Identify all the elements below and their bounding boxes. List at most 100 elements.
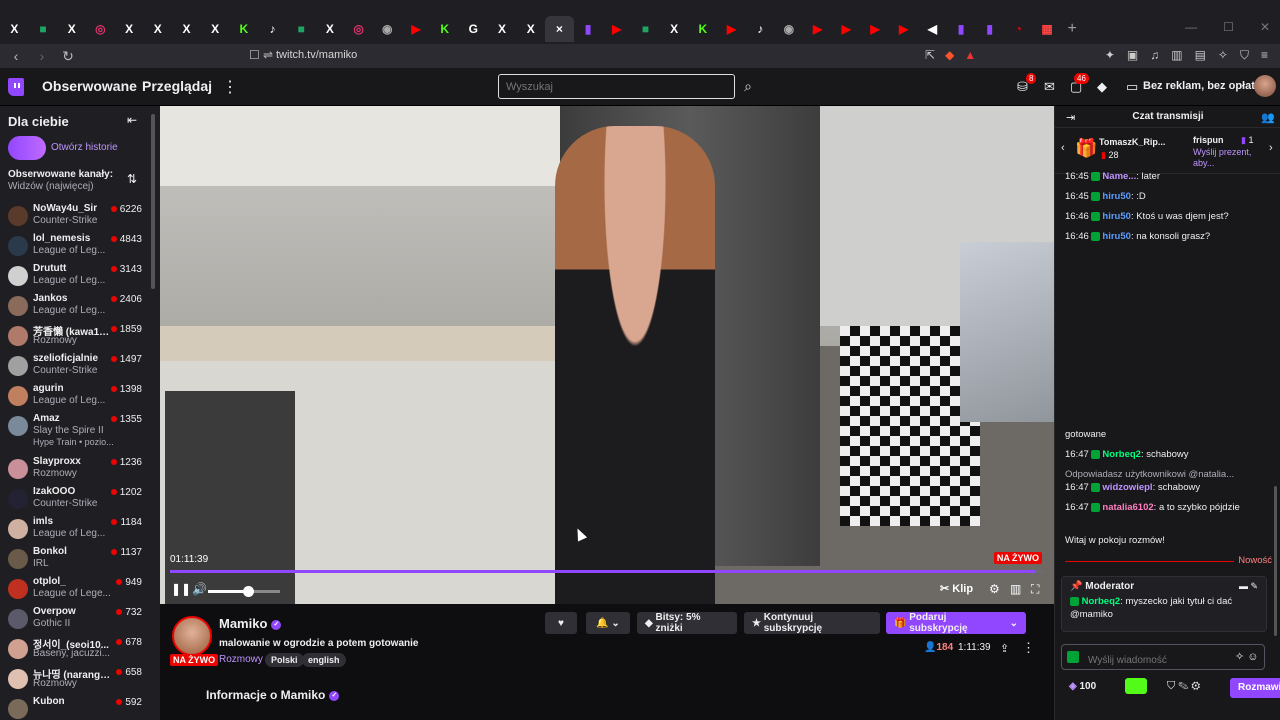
message-user[interactable]: hiru50 bbox=[1102, 191, 1131, 202]
seek-bar[interactable] bbox=[170, 570, 1044, 573]
followed-channel[interactable]: Amaz Slay the Spire II 1355 Hype Train • po… bbox=[0, 412, 150, 447]
top-gifter-name[interactable]: TomaszK_Rip... bbox=[1099, 137, 1165, 147]
followed-channel[interactable]: 뉴나띵 (narang_... Rozmowy 658 bbox=[0, 665, 150, 695]
browser-tab[interactable]: ◉ bbox=[373, 16, 402, 42]
browser-tab[interactable]: K bbox=[689, 16, 718, 42]
browser-tab[interactable]: G bbox=[459, 16, 488, 42]
message-user[interactable]: hiru50 bbox=[1102, 231, 1131, 242]
share-stream-icon[interactable]: ⇪ bbox=[1000, 642, 1009, 655]
clip-button[interactable]: ✂ Klip bbox=[940, 582, 973, 595]
twitch-logo-icon[interactable] bbox=[8, 78, 24, 96]
volume-slider[interactable] bbox=[208, 586, 280, 597]
followed-channel[interactable]: szelioficjalnie Counter-Strike 1497 bbox=[0, 352, 150, 382]
browser-tab[interactable]: X bbox=[516, 16, 545, 42]
forward-icon[interactable]: › bbox=[32, 48, 52, 64]
followed-channel[interactable]: Kubon 592 bbox=[0, 695, 150, 720]
user-avatar[interactable] bbox=[1254, 75, 1276, 97]
followed-channel[interactable]: agurin League of Leg... 1398 bbox=[0, 382, 150, 412]
prime-icon[interactable]: ▭ bbox=[1126, 79, 1138, 95]
search-icon[interactable]: ⌕ bbox=[737, 74, 759, 99]
message-user[interactable]: widzowiepl bbox=[1102, 482, 1152, 493]
browser-tab[interactable]: ▦ bbox=[1033, 16, 1062, 42]
follow-heart-button[interactable]: ♥ bbox=[545, 612, 577, 634]
bits-icon[interactable]: ◆ bbox=[1097, 79, 1107, 95]
emote-picker-icon[interactable]: ✧ ☺ bbox=[1235, 650, 1259, 663]
followed-channel[interactable]: IzakOOO Counter-Strike 1202 bbox=[0, 485, 150, 515]
continue-sub-button[interactable]: ★ Kontynuuj subskrypcję bbox=[744, 612, 880, 634]
send-gift-prompt[interactable]: Wyślij prezent, aby... bbox=[1193, 147, 1265, 169]
browser-tab[interactable]: X bbox=[660, 16, 689, 42]
second-gifter-name[interactable]: frispun bbox=[1193, 135, 1224, 145]
open-stories-link[interactable]: Otwórz historie bbox=[51, 142, 118, 153]
chat-scrollbar[interactable] bbox=[1274, 486, 1277, 636]
collapse-sidebar-icon[interactable]: ⇤ bbox=[127, 113, 137, 127]
fullscreen-icon[interactable]: ⛶ bbox=[1031, 582, 1039, 597]
reload-icon[interactable]: ↻ bbox=[58, 48, 78, 65]
browser-tab[interactable]: X bbox=[172, 16, 201, 42]
vpn-icon[interactable]: ⛉ bbox=[1240, 48, 1249, 63]
volume-knob[interactable] bbox=[242, 586, 254, 597]
more-actions-icon[interactable]: ⋮ bbox=[1022, 640, 1035, 656]
streamer-avatar[interactable] bbox=[172, 616, 212, 656]
followed-channel[interactable]: otplol_ League of Lege... 949 bbox=[0, 575, 150, 605]
settings-icon[interactable]: ⚙ bbox=[989, 582, 1000, 596]
browser-tab[interactable]: ▮ bbox=[975, 16, 1004, 42]
new-tab-icon[interactable]: + bbox=[1067, 20, 1076, 38]
browser-tab[interactable]: ▶ bbox=[717, 16, 746, 42]
wallet-icon[interactable]: ▤ bbox=[1195, 48, 1206, 63]
browser-tab[interactable]: ▶ bbox=[832, 16, 861, 42]
prev-icon[interactable]: ‹ bbox=[1061, 142, 1065, 154]
site-info-icon[interactable]: ⇌ bbox=[263, 48, 273, 62]
browser-tab[interactable]: ▮ bbox=[947, 16, 976, 42]
browser-tab[interactable]: ◉ bbox=[775, 16, 804, 42]
brave-rewards-icon[interactable]: ▲ bbox=[964, 48, 976, 62]
ad-free-button[interactable]: Bez reklam, bez opłat bbox=[1143, 80, 1255, 92]
followed-channel[interactable]: lol_nemesis League of Leg... 4843 bbox=[0, 232, 150, 262]
browser-tab[interactable]: ▮ bbox=[574, 16, 603, 42]
nav-following[interactable]: Obserwowane bbox=[42, 78, 137, 94]
back-icon[interactable]: ‹ bbox=[6, 48, 26, 64]
search-input[interactable] bbox=[498, 74, 735, 99]
browser-tab[interactable]: ◎ bbox=[86, 16, 115, 42]
volume-icon[interactable]: 🔊 bbox=[192, 582, 207, 596]
maximize-icon[interactable]: ☐ bbox=[1223, 20, 1234, 34]
chat-users-icon[interactable]: 👥 bbox=[1261, 111, 1275, 124]
browser-tab[interactable]: X bbox=[488, 16, 517, 42]
chat-identity-badge-icon[interactable] bbox=[1067, 651, 1079, 663]
streamer-name[interactable]: Mamiko ✓ bbox=[219, 616, 282, 631]
next-icon[interactable]: › bbox=[1269, 142, 1273, 154]
edit-icon[interactable]: ▬ ✎ bbox=[1239, 581, 1258, 592]
followed-channel[interactable]: Drututt League of Leg... 3143 bbox=[0, 262, 150, 292]
close-window-icon[interactable]: ✕ bbox=[1260, 20, 1270, 34]
minimize-icon[interactable]: — bbox=[1185, 20, 1197, 34]
brave-shield-icon[interactable]: ◆ bbox=[945, 48, 954, 62]
more-options-icon[interactable]: ⋮ bbox=[222, 77, 238, 97]
browser-tab[interactable]: X bbox=[143, 16, 172, 42]
stream-category[interactable]: Rozmowy bbox=[219, 654, 263, 665]
leo-ai-icon[interactable]: ✧ bbox=[1218, 48, 1228, 63]
browser-tab[interactable]: × bbox=[545, 16, 574, 42]
browser-tab[interactable]: K bbox=[230, 16, 259, 42]
browser-tab[interactable]: ♪ bbox=[258, 16, 287, 42]
media-icon[interactable]: ♫ bbox=[1150, 48, 1159, 63]
sidebar-scrollbar[interactable] bbox=[151, 114, 155, 289]
sidebar-toggle-icon[interactable]: ▥ bbox=[1171, 48, 1182, 63]
browser-tab[interactable]: X bbox=[316, 16, 345, 42]
message-user[interactable]: hiru50 bbox=[1102, 211, 1131, 222]
browser-tab[interactable]: ▶ bbox=[889, 16, 918, 42]
browser-tab[interactable]: K bbox=[430, 16, 459, 42]
bits-discount-button[interactable]: ◆ Bitsy: 5% zniżki bbox=[637, 612, 737, 634]
followed-channel[interactable]: imls League of Leg... 1184 bbox=[0, 515, 150, 545]
browser-tab[interactable]: ◎ bbox=[344, 16, 373, 42]
sort-icon[interactable]: ⇅ bbox=[127, 172, 137, 186]
tag-english[interactable]: english bbox=[302, 653, 346, 667]
browser-tab[interactable]: ▶ bbox=[402, 16, 431, 42]
message-user[interactable]: Name... bbox=[1102, 171, 1136, 182]
menu-icon[interactable]: ≡ bbox=[1261, 48, 1268, 63]
followed-channel[interactable]: 정서이_(seoi10... Baseny, jacuzzi... 678 bbox=[0, 635, 150, 665]
inbox-icon[interactable]: ✉ bbox=[1044, 79, 1055, 95]
browser-tab[interactable]: X bbox=[201, 16, 230, 42]
pause-icon[interactable]: ❚❚ bbox=[171, 582, 191, 596]
bookmark-icon[interactable]: ☐ bbox=[249, 48, 260, 62]
message-user[interactable]: Norbeq2 bbox=[1102, 449, 1141, 460]
